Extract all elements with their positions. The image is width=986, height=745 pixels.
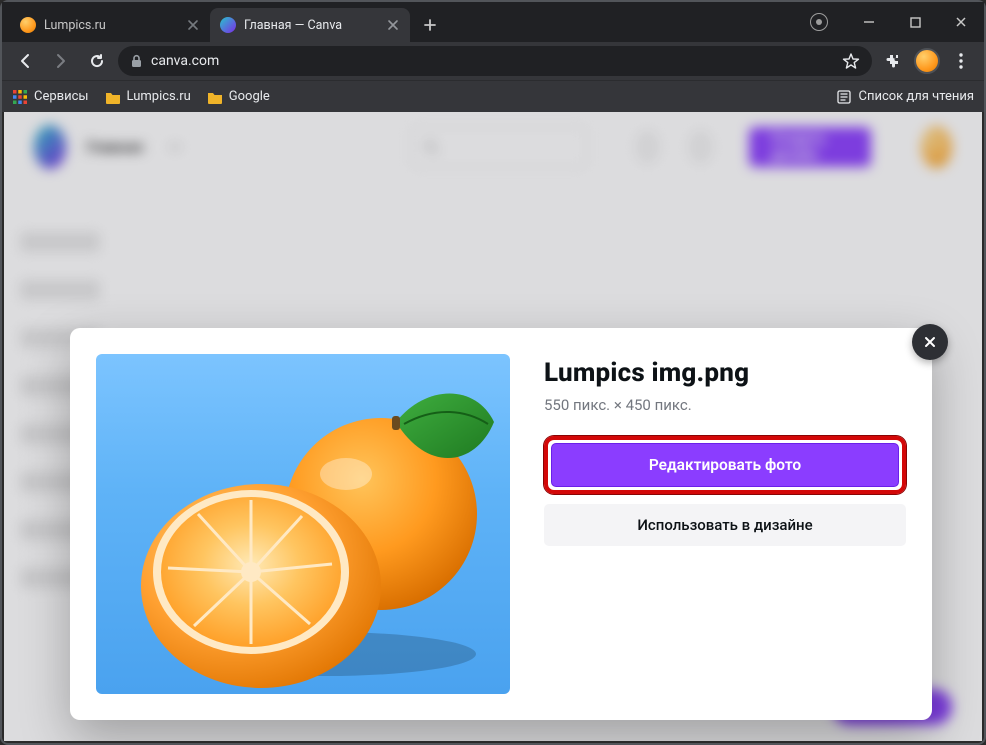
browser-toolbar: canva.com [2, 42, 984, 80]
image-details-modal: Lumpics img.png 550 пикс. × 450 пикс. Ре… [70, 328, 932, 720]
browser-tabs: Lumpics.ru Главная — Canva [2, 2, 444, 42]
oranges-illustration-icon [96, 354, 510, 694]
extensions-icon[interactable] [878, 46, 908, 76]
lock-icon [130, 54, 143, 68]
image-info-panel: Lumpics img.png 550 пикс. × 450 пикс. Ре… [544, 354, 906, 694]
reading-list-button[interactable]: Список для чтения [836, 89, 974, 105]
bookmark-star-icon[interactable] [842, 52, 860, 70]
close-icon[interactable] [186, 18, 200, 32]
apps-shortcut[interactable]: Сервисы [12, 89, 89, 105]
profile-avatar[interactable] [914, 48, 940, 74]
close-window-button[interactable] [938, 2, 984, 42]
url-text: canva.com [151, 53, 219, 69]
bookmark-label: Google [229, 89, 270, 104]
apps-label: Сервисы [34, 89, 89, 104]
close-modal-button[interactable] [912, 324, 948, 360]
tab-title: Lumpics.ru [44, 18, 178, 33]
bookmarks-bar: Сервисы Lumpics.ru Google Список для чте… [2, 80, 984, 112]
use-in-design-label: Использовать в дизайне [637, 516, 812, 534]
tab-title: Главная — Canva [244, 18, 378, 33]
bookmark-label: Lumpics.ru [127, 89, 191, 104]
orange-favicon-icon [20, 17, 36, 33]
close-icon[interactable] [386, 18, 400, 32]
reading-list-icon [836, 89, 852, 105]
maximize-button[interactable] [892, 2, 938, 42]
bookmark-lumpics[interactable]: Lumpics.ru [105, 89, 191, 104]
edit-photo-button[interactable]: Редактировать фото [551, 443, 899, 487]
bookmark-google[interactable]: Google [207, 89, 270, 104]
browser-tab-canva[interactable]: Главная — Canva [210, 8, 410, 42]
canva-favicon-icon [220, 17, 236, 33]
image-filename: Lumpics img.png [544, 358, 906, 388]
address-bar[interactable]: canva.com [118, 46, 872, 76]
minimize-button[interactable] [846, 2, 892, 42]
close-icon [923, 335, 937, 349]
image-thumbnail [96, 354, 510, 694]
browser-tab-lumpics[interactable]: Lumpics.ru [10, 8, 210, 42]
reading-list-label: Список для чтения [858, 89, 974, 104]
folder-icon [207, 90, 223, 104]
kebab-menu-icon[interactable] [946, 46, 976, 76]
edit-photo-label: Редактировать фото [649, 456, 801, 474]
back-button[interactable] [10, 46, 40, 76]
window-titlebar: Lumpics.ru Главная — Canva [2, 2, 984, 42]
highlight-annotation: Редактировать фото [544, 436, 906, 494]
apps-grid-icon [12, 89, 28, 105]
page-viewport: Главная Создать дизайн [4, 112, 982, 741]
new-tab-button[interactable] [416, 11, 444, 39]
window-controls [810, 2, 984, 42]
account-indicator-icon[interactable] [810, 13, 828, 31]
use-in-design-button[interactable]: Использовать в дизайне [544, 504, 906, 546]
forward-button[interactable] [46, 46, 76, 76]
reload-button[interactable] [82, 46, 112, 76]
image-dimensions: 550 пикс. × 450 пикс. [544, 396, 906, 414]
folder-icon [105, 90, 121, 104]
